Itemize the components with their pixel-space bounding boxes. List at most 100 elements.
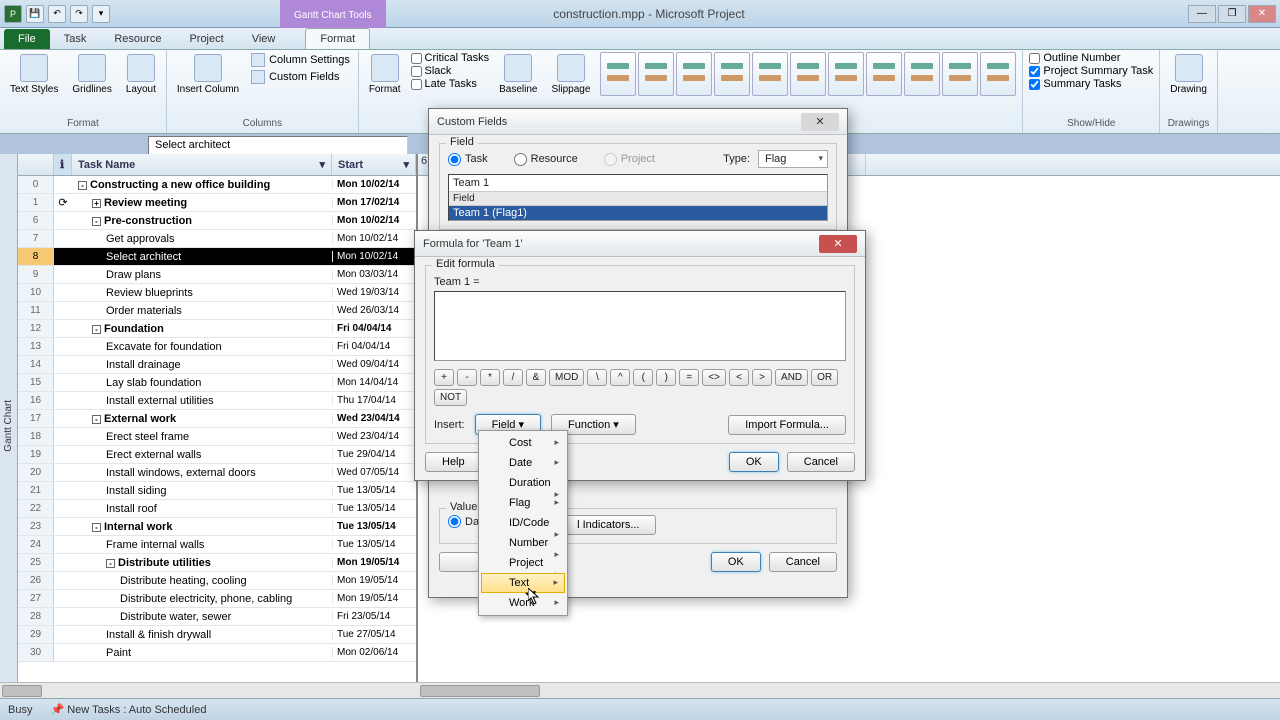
- task-row[interactable]: 20Install windows, external doorsWed 07/…: [18, 464, 416, 482]
- dialog-close-button[interactable]: ✕: [819, 235, 857, 253]
- task-row[interactable]: 10Review blueprintsWed 19/03/14: [18, 284, 416, 302]
- task-row[interactable]: 14Install drainageWed 09/04/14: [18, 356, 416, 374]
- bar-style-gallery[interactable]: [600, 52, 1016, 96]
- cancel-button[interactable]: Cancel: [769, 552, 837, 572]
- tab-resource[interactable]: Resource: [100, 29, 175, 49]
- task-row[interactable]: 0-Constructing a new office buildingMon …: [18, 176, 416, 194]
- task-row[interactable]: 7Get approvalsMon 10/02/14: [18, 230, 416, 248]
- menu-item-date[interactable]: Date: [481, 453, 565, 473]
- close-button[interactable]: ✕: [1248, 5, 1276, 23]
- undo-icon[interactable]: ↶: [48, 5, 66, 23]
- import-formula-button[interactable]: Import Formula...: [728, 415, 846, 435]
- summary-tasks-check[interactable]: Summary Tasks: [1029, 78, 1153, 90]
- menu-item-project[interactable]: Project: [481, 553, 565, 573]
- menu-item-text[interactable]: Text: [481, 573, 565, 593]
- task-row[interactable]: 9Draw plansMon 03/03/14: [18, 266, 416, 284]
- task-row[interactable]: 11Order materialsWed 26/03/14: [18, 302, 416, 320]
- outline-number-check[interactable]: Outline Number: [1029, 52, 1153, 64]
- operator-button[interactable]: =: [679, 369, 699, 386]
- unnamed-button[interactable]: [439, 552, 479, 572]
- operator-button[interactable]: AND: [775, 369, 808, 386]
- operator-button[interactable]: -: [457, 369, 477, 386]
- redo-icon[interactable]: ↷: [70, 5, 88, 23]
- task-row[interactable]: 15Lay slab foundationMon 14/04/14: [18, 374, 416, 392]
- operator-button[interactable]: <>: [702, 369, 726, 386]
- task-row[interactable]: 6-Pre-constructionMon 10/02/14: [18, 212, 416, 230]
- field-list-item[interactable]: Team 1 (Flag1): [449, 206, 827, 220]
- column-settings-button[interactable]: Column Settings: [249, 52, 352, 68]
- task-row[interactable]: 29Install & finish drywallTue 27/05/14: [18, 626, 416, 644]
- operator-button[interactable]: <: [729, 369, 749, 386]
- task-row[interactable]: 26Distribute heating, coolingMon 19/05/1…: [18, 572, 416, 590]
- menu-item-work[interactable]: Work: [481, 593, 565, 613]
- menu-item-cost[interactable]: Cost: [481, 433, 565, 453]
- restore-button[interactable]: ❐: [1218, 5, 1246, 23]
- task-row[interactable]: 21Install sidingTue 13/05/14: [18, 482, 416, 500]
- operator-button[interactable]: MOD: [549, 369, 584, 386]
- save-icon[interactable]: 💾: [26, 5, 44, 23]
- task-name-col[interactable]: Task Name▾: [72, 154, 332, 175]
- operator-button[interactable]: *: [480, 369, 500, 386]
- indicator-col[interactable]: ℹ: [54, 154, 72, 175]
- gridlines-button[interactable]: Gridlines: [68, 52, 115, 97]
- task-row[interactable]: 18Erect steel frameWed 23/04/14: [18, 428, 416, 446]
- row-header-col[interactable]: [18, 154, 54, 175]
- gantt-hscroll[interactable]: [418, 682, 1280, 698]
- resource-radio[interactable]: Resource: [514, 153, 578, 166]
- task-row[interactable]: 23-Internal workTue 13/05/14: [18, 518, 416, 536]
- operator-button[interactable]: ^: [610, 369, 630, 386]
- format-bars-button[interactable]: Format: [365, 52, 405, 97]
- cancel-button[interactable]: Cancel: [787, 452, 855, 472]
- qat-more-icon[interactable]: ▾: [92, 5, 110, 23]
- task-row[interactable]: 17-External workWed 23/04/14: [18, 410, 416, 428]
- tab-format[interactable]: Format: [305, 28, 370, 49]
- dropdown-icon[interactable]: ▾: [319, 158, 325, 171]
- critical-tasks-check[interactable]: Critical Tasks: [411, 52, 490, 64]
- drawing-button[interactable]: Drawing: [1166, 52, 1211, 97]
- text-styles-button[interactable]: Text Styles: [6, 52, 62, 97]
- tab-view[interactable]: View: [238, 29, 290, 49]
- task-row[interactable]: 24Frame internal wallsTue 13/05/14: [18, 536, 416, 554]
- operator-button[interactable]: &: [526, 369, 546, 386]
- menu-item-duration[interactable]: Duration: [481, 473, 565, 493]
- help-button[interactable]: Help: [425, 452, 482, 472]
- slack-check[interactable]: Slack: [411, 65, 490, 77]
- tab-project[interactable]: Project: [175, 29, 237, 49]
- task-row[interactable]: 19Erect external wallsTue 29/04/14: [18, 446, 416, 464]
- tab-task[interactable]: Task: [50, 29, 101, 49]
- ok-button[interactable]: OK: [729, 452, 779, 472]
- file-tab[interactable]: File: [4, 29, 50, 49]
- operator-button[interactable]: \: [587, 369, 607, 386]
- task-row[interactable]: 22Install roofTue 13/05/14: [18, 500, 416, 518]
- dialog-titlebar[interactable]: Formula for 'Team 1' ✕: [415, 231, 865, 257]
- task-row[interactable]: 30PaintMon 02/06/14: [18, 644, 416, 662]
- dialog-titlebar[interactable]: Custom Fields ✕: [429, 109, 847, 135]
- dialog-close-button[interactable]: ✕: [801, 113, 839, 131]
- start-col[interactable]: Start▾: [332, 154, 416, 175]
- operator-button[interactable]: >: [752, 369, 772, 386]
- ok-button[interactable]: OK: [711, 552, 761, 572]
- operator-button[interactable]: /: [503, 369, 523, 386]
- minimize-button[interactable]: —: [1188, 5, 1216, 23]
- task-row[interactable]: 25-Distribute utilitiesMon 19/05/14: [18, 554, 416, 572]
- task-row[interactable]: 16Install external utilitiesThu 17/04/14: [18, 392, 416, 410]
- app-icon[interactable]: P: [4, 5, 22, 23]
- formula-textarea[interactable]: [434, 291, 846, 361]
- type-select[interactable]: Flag: [758, 150, 828, 168]
- menu-item-number[interactable]: Number: [481, 533, 565, 553]
- custom-fields-button[interactable]: Custom Fields: [249, 69, 352, 85]
- cell-edit-bar[interactable]: Select architect: [148, 136, 408, 156]
- layout-button[interactable]: Layout: [122, 52, 160, 97]
- graphical-indicators-button[interactable]: l Indicators...: [560, 515, 656, 535]
- operator-button[interactable]: NOT: [434, 389, 467, 406]
- slippage-button[interactable]: Slippage: [547, 52, 594, 97]
- operator-button[interactable]: +: [434, 369, 454, 386]
- late-tasks-check[interactable]: Late Tasks: [411, 78, 490, 90]
- task-row[interactable]: 27Distribute electricity, phone, cabling…: [18, 590, 416, 608]
- menu-item-flag[interactable]: Flag: [481, 493, 565, 513]
- task-row[interactable]: 12-FoundationFri 04/04/14: [18, 320, 416, 338]
- operator-button[interactable]: (: [633, 369, 653, 386]
- task-row[interactable]: 1⟳+Review meetingMon 17/02/14: [18, 194, 416, 212]
- operator-button[interactable]: OR: [811, 369, 838, 386]
- menu-item-idcode[interactable]: ID/Code: [481, 513, 565, 533]
